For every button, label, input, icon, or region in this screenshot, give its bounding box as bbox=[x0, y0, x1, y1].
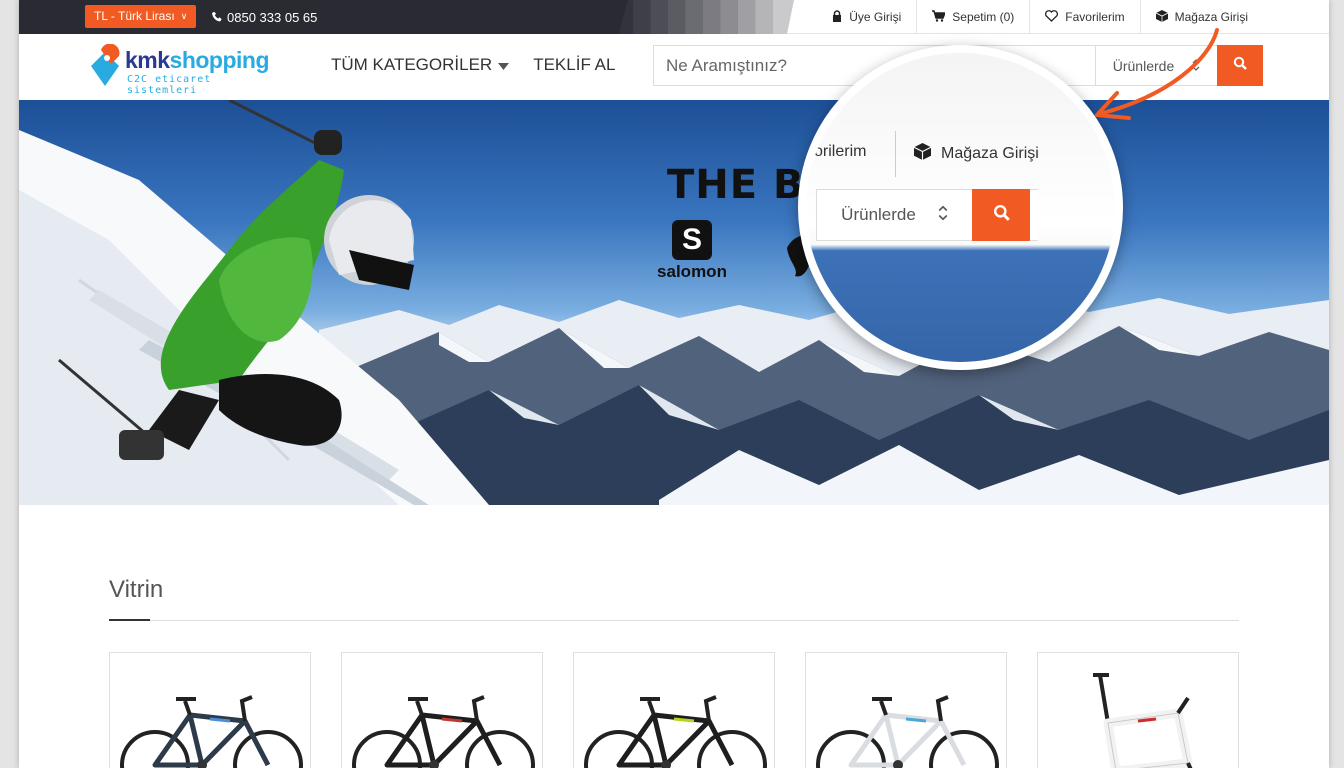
product-image-bike-2 bbox=[352, 695, 535, 768]
product-image-bike-3 bbox=[584, 695, 767, 768]
callout-arrow-icon bbox=[1095, 28, 1219, 120]
brand-name: salomon bbox=[657, 262, 727, 281]
mountain-landscape bbox=[19, 100, 1329, 505]
zoom-scope-select: Ürünlerde bbox=[816, 190, 972, 240]
salomon-s-icon: S bbox=[672, 220, 712, 260]
page: TL - Türk Lirası ∨ 0850 333 05 65 Üye Gi… bbox=[19, 0, 1329, 768]
product-card[interactable] bbox=[341, 652, 543, 768]
product-card[interactable] bbox=[109, 652, 311, 768]
product-grid bbox=[109, 652, 1239, 768]
product-card[interactable] bbox=[573, 652, 775, 768]
zoom-search-button bbox=[972, 189, 1030, 241]
product-image-bike-frame-5 bbox=[1093, 673, 1193, 768]
hero-banner[interactable]: THE BES S salomon bbox=[19, 100, 1329, 505]
product-image-bike-1 bbox=[120, 695, 303, 768]
vitrin-section: Vitrin bbox=[83, 530, 1263, 768]
product-card[interactable] bbox=[805, 652, 1007, 768]
section-title: Vitrin bbox=[109, 576, 164, 603]
section-divider bbox=[109, 620, 1239, 621]
product-card[interactable] bbox=[1037, 652, 1239, 768]
brand-logo-salomon: S salomon bbox=[644, 220, 740, 282]
zoom-store-login-label: Mağaza Girişi bbox=[941, 145, 1039, 162]
search-icon bbox=[993, 204, 1010, 226]
box-icon bbox=[913, 143, 932, 165]
zoom-favorites-link: vorilerim bbox=[806, 143, 867, 160]
product-image-bike-4 bbox=[816, 695, 999, 768]
section-title-underline bbox=[109, 619, 150, 621]
updown-icon bbox=[938, 205, 948, 226]
zoom-store-login-link: Mağaza Girişi bbox=[913, 143, 1039, 165]
zoom-scope-label: Ürünlerde bbox=[841, 205, 916, 224]
zoom-search-scope: Ürünlerde bbox=[816, 189, 1038, 241]
